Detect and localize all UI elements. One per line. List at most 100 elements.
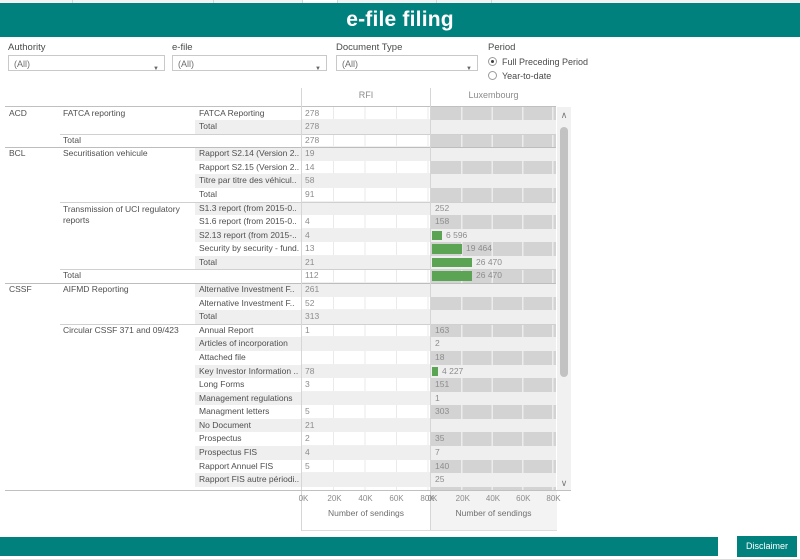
rfi-cell[interactable] (302, 107, 430, 121)
luxembourg-cell[interactable] (431, 351, 556, 365)
luxembourg-cell[interactable] (431, 378, 556, 392)
category-label[interactable]: Securitisation vehicule (63, 147, 194, 161)
rfi-cell[interactable] (302, 432, 430, 446)
authority-label[interactable]: BCL (9, 147, 57, 161)
rfi-cell[interactable] (302, 242, 430, 256)
rfi-cell[interactable] (302, 269, 430, 283)
luxembourg-cell[interactable] (431, 446, 556, 460)
disclaimer-button[interactable]: Disclaimer (737, 536, 797, 557)
authority-label[interactable]: ACD (9, 107, 57, 121)
luxembourg-bar[interactable] (432, 271, 472, 281)
luxembourg-cell[interactable] (431, 432, 556, 446)
rfi-cell[interactable] (302, 202, 430, 216)
luxembourg-cell[interactable] (431, 202, 556, 216)
rfi-cell[interactable] (302, 473, 430, 487)
category-label[interactable]: Total (63, 269, 194, 283)
category-label[interactable]: AIFMD Reporting (63, 283, 194, 297)
luxembourg-cell[interactable] (431, 120, 556, 134)
rfi-cell[interactable] (302, 378, 430, 392)
luxembourg-cell[interactable] (431, 283, 556, 297)
radio-label[interactable]: Full Preceding Period (502, 57, 588, 67)
rfi-cell[interactable] (302, 365, 430, 379)
document-label[interactable]: Attached file (199, 351, 299, 365)
radio-label[interactable]: Year-to-date (502, 71, 551, 81)
luxembourg-cell[interactable] (431, 134, 556, 148)
category-label[interactable]: Circular CSSF 371 and 09/423 (63, 324, 194, 338)
document-label[interactable]: S1.3 report (from 2015-0.. (199, 202, 299, 216)
rfi-cell[interactable] (302, 392, 430, 406)
luxembourg-cell[interactable] (431, 392, 556, 406)
document-label[interactable]: Managment letters (199, 405, 299, 419)
category-label[interactable]: Transmission of UCI regulatory reports (63, 202, 194, 226)
radio-unselected-icon[interactable] (488, 71, 497, 80)
radio-selected-icon[interactable] (488, 57, 497, 66)
luxembourg-cell[interactable] (431, 297, 556, 311)
radio-full-preceding-period[interactable]: Full Preceding Period (488, 56, 648, 69)
luxembourg-cell[interactable] (431, 147, 556, 161)
luxembourg-cell[interactable] (431, 215, 556, 229)
document-label[interactable]: Rapport S2.14 (Version 2.. (199, 147, 299, 161)
rfi-cell[interactable] (302, 283, 430, 297)
category-label[interactable]: Total (63, 134, 194, 148)
document-label[interactable]: Rapport Annuel FIS (199, 460, 299, 474)
doc-cell[interactable] (195, 134, 301, 148)
authority-dropdown[interactable]: (All) ▼ (8, 55, 165, 71)
document-label[interactable]: No Document (199, 419, 299, 433)
rfi-cell[interactable] (302, 134, 430, 148)
document-label[interactable]: Alternative Investment F.. (199, 283, 299, 297)
rfi-cell[interactable] (302, 256, 430, 270)
document-label[interactable]: Articles of incorporation (199, 337, 299, 351)
document-label[interactable]: Total (199, 120, 299, 134)
rfi-cell[interactable] (302, 174, 430, 188)
document-label[interactable]: Prospectus FIS (199, 446, 299, 460)
luxembourg-cell[interactable] (431, 473, 556, 487)
chevron-down-icon[interactable]: ▼ (315, 61, 321, 77)
chevron-down-icon[interactable]: ▼ (153, 61, 159, 77)
chevron-down-icon[interactable]: ▼ (466, 61, 472, 77)
rfi-cell[interactable] (302, 460, 430, 474)
luxembourg-cell[interactable] (431, 188, 556, 202)
document-label[interactable]: Key Investor Information .. (199, 365, 299, 379)
luxembourg-cell[interactable] (431, 310, 556, 324)
rfi-cell[interactable] (302, 188, 430, 202)
rfi-cell[interactable] (302, 215, 430, 229)
rfi-cell[interactable] (302, 147, 430, 161)
rfi-cell[interactable] (302, 297, 430, 311)
rfi-cell[interactable] (302, 310, 430, 324)
document-label[interactable]: Long Forms (199, 378, 299, 392)
document-type-dropdown[interactable]: (All) ▼ (336, 55, 478, 71)
document-label[interactable]: Titre par titre des véhicul.. (199, 174, 299, 188)
luxembourg-bar[interactable] (432, 367, 438, 377)
rfi-cell[interactable] (302, 337, 430, 351)
document-label[interactable]: FATCA Reporting (199, 107, 299, 121)
scroll-down-icon[interactable]: ∨ (557, 477, 571, 489)
rfi-cell[interactable] (302, 161, 430, 175)
document-label[interactable]: Total (199, 256, 299, 270)
rfi-cell[interactable] (302, 419, 430, 433)
luxembourg-cell[interactable] (431, 174, 556, 188)
luxembourg-cell[interactable] (431, 460, 556, 474)
luxembourg-cell[interactable] (431, 324, 556, 338)
luxembourg-bar[interactable] (432, 244, 462, 254)
authority-label[interactable]: CSSF (9, 283, 57, 297)
luxembourg-cell[interactable] (431, 337, 556, 351)
document-label[interactable]: Total (199, 188, 299, 202)
document-label[interactable]: Prospectus (199, 432, 299, 446)
doc-cell[interactable] (195, 269, 301, 283)
document-label[interactable]: Total (199, 310, 299, 324)
document-label[interactable]: Rapport S2.15 (Version 2.. (199, 161, 299, 175)
scroll-up-icon[interactable]: ∧ (557, 109, 571, 121)
document-label[interactable]: Rapport FIS autre périodi.. (199, 473, 299, 487)
rfi-cell[interactable] (302, 120, 430, 134)
scrollbar-thumb[interactable] (560, 127, 568, 377)
document-label[interactable]: Management regulations (199, 392, 299, 406)
luxembourg-bar[interactable] (432, 258, 472, 268)
document-label[interactable]: S2.13 report (from 2015-.. (199, 229, 299, 243)
luxembourg-cell[interactable] (431, 405, 556, 419)
rfi-cell[interactable] (302, 446, 430, 460)
luxembourg-cell[interactable] (431, 161, 556, 175)
luxembourg-cell[interactable] (431, 419, 556, 433)
document-label[interactable]: Alternative Investment F.. (199, 297, 299, 311)
radio-year-to-date[interactable]: Year-to-date (488, 70, 648, 83)
rfi-cell[interactable] (302, 351, 430, 365)
